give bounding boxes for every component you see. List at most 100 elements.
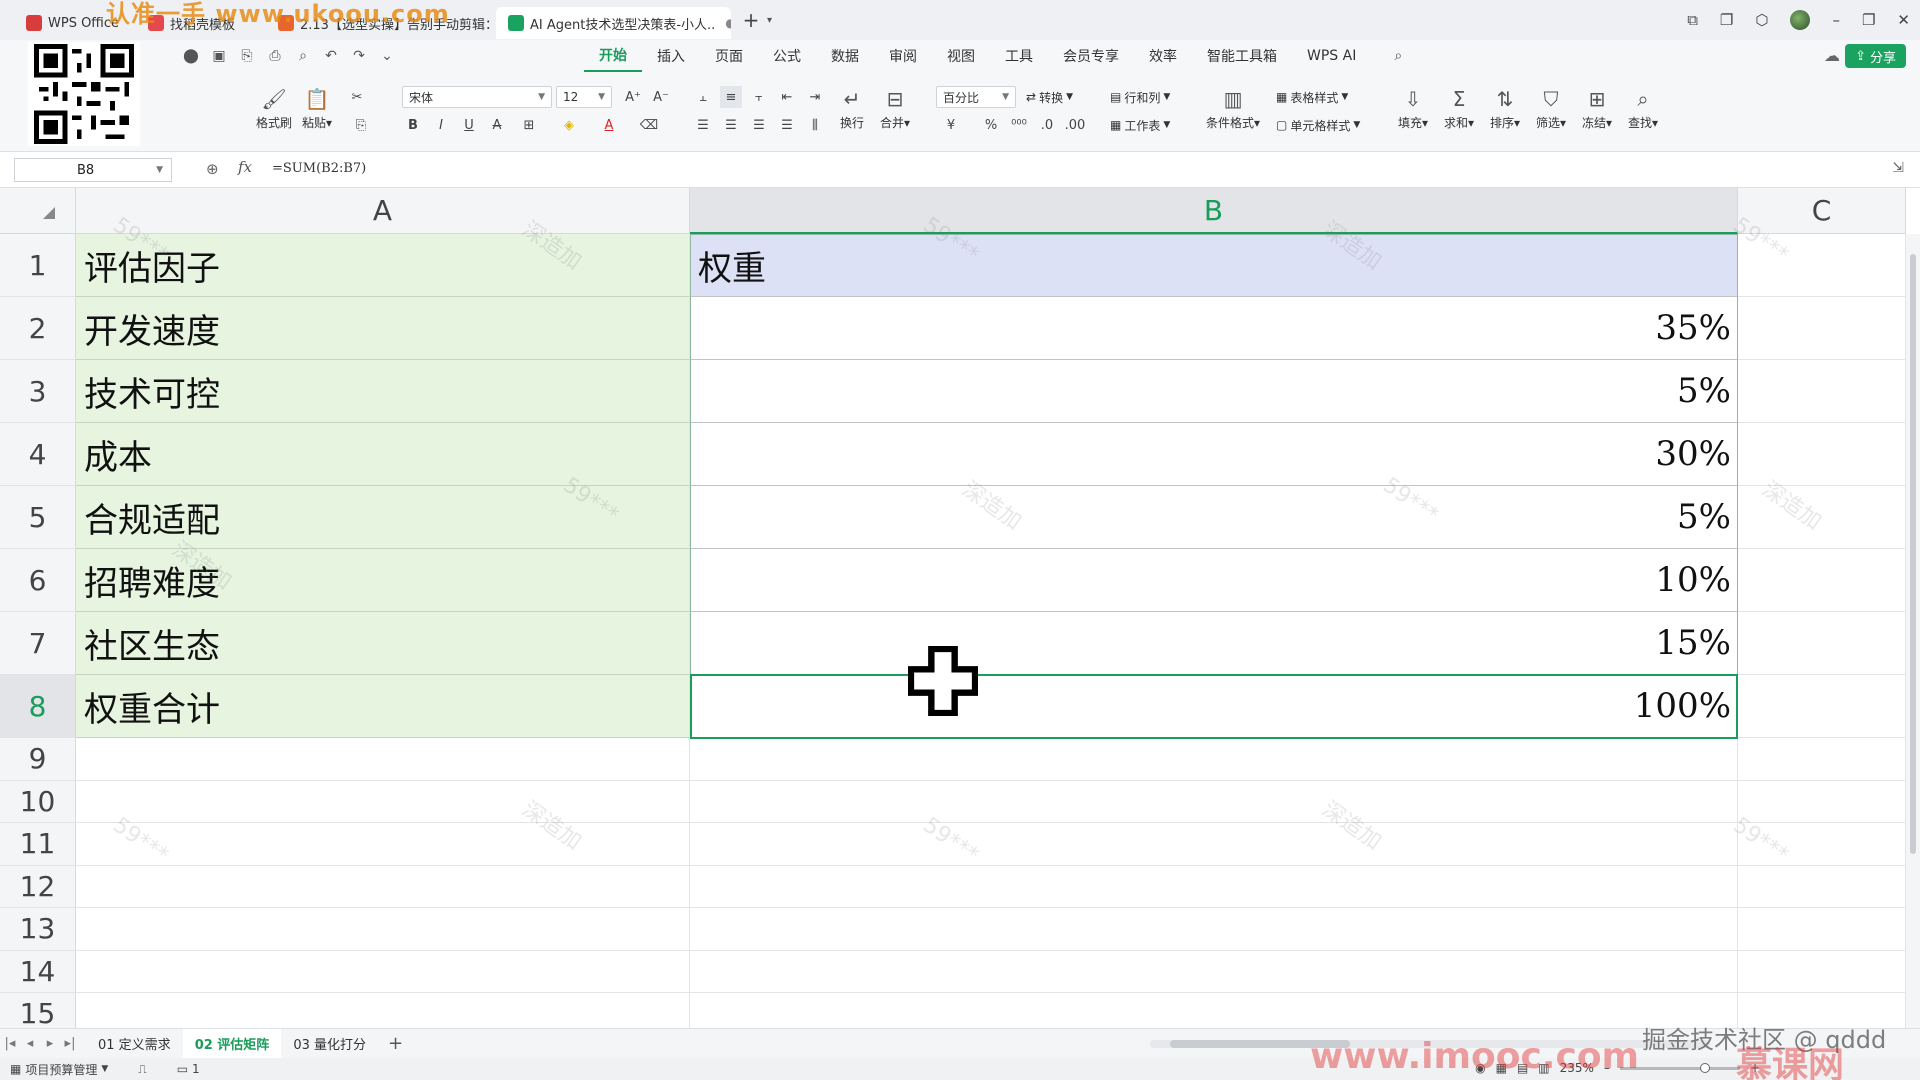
scrollbar-thumb[interactable] (1910, 254, 1916, 854)
cell-b7[interactable]: 15% (690, 612, 1738, 675)
indent-increase-icon[interactable]: ⇥ (804, 86, 826, 108)
cell-b4[interactable]: 30% (690, 423, 1738, 486)
row-header-9[interactable]: 9 (0, 738, 76, 781)
cell-b6[interactable]: 10% (690, 549, 1738, 612)
cell-a2[interactable]: 开发速度 (76, 297, 690, 360)
add-sheet-icon[interactable]: + (378, 1033, 413, 1054)
cell-style-button[interactable]: ▢ 单元格样式 ▼ (1276, 114, 1360, 136)
cell-c9[interactable] (1738, 738, 1906, 781)
row-header-4[interactable]: 4 (0, 423, 76, 486)
align-bottom-icon[interactable]: ⫟ (748, 86, 770, 108)
fx-icon[interactable]: fx (238, 158, 252, 176)
select-all-corner[interactable] (0, 188, 76, 234)
cell-b2[interactable]: 35% (690, 297, 1738, 360)
increase-decimal-icon[interactable]: .0 (1036, 114, 1058, 136)
tab-list-dropdown[interactable]: ▾ (767, 15, 772, 26)
print-preview-icon[interactable]: ⌕ (290, 44, 316, 68)
cell-b8[interactable]: 100% (690, 675, 1738, 738)
row-header-5[interactable]: 5 (0, 486, 76, 549)
fill-button[interactable]: ⇩ 填充▾ (1398, 86, 1428, 131)
expand-formula-icon[interactable]: ⇲ (1892, 160, 1904, 176)
row-header-3[interactable]: 3 (0, 360, 76, 423)
more-chevron-icon[interactable]: ⌄ (374, 44, 400, 68)
cell-c3[interactable] (1738, 360, 1906, 423)
cell-a15[interactable] (76, 993, 690, 1028)
sum-button[interactable]: Σ 求和▾ (1444, 86, 1474, 131)
cube-icon[interactable]: ⬡ (1755, 11, 1768, 29)
cell-c2[interactable] (1738, 297, 1906, 360)
menu-item-4[interactable]: 数据 (816, 40, 874, 72)
cell-b3[interactable]: 5% (690, 360, 1738, 423)
zoom-formula-icon[interactable]: ⊕ (206, 160, 219, 178)
currency-icon[interactable]: ¥ (940, 114, 962, 136)
cell-c11[interactable] (1738, 823, 1906, 866)
cell-b9[interactable] (690, 738, 1738, 781)
row-header-12[interactable]: 12 (0, 865, 76, 908)
spreadsheet-grid[interactable]: ABC 1 2 3 4 5 6 7 8 9 10 11 12 13 14 15 评估因子 权重 开发速度 35% 技… (0, 188, 1920, 1028)
merge-button[interactable]: ⊟ 合并▾ (880, 86, 910, 131)
row-header-6[interactable]: 6 (0, 549, 76, 612)
worksheet-button[interactable]: ▦ 工作表 ▼ (1110, 114, 1170, 136)
decrease-decimal-icon[interactable]: .00 (1064, 114, 1086, 136)
restore-icon[interactable]: ❐ (1862, 11, 1875, 29)
share-button[interactable]: ⇪ 分享 (1845, 44, 1906, 68)
menu-item-3[interactable]: 公式 (758, 40, 816, 72)
thousands-icon[interactable]: ⁰⁰⁰ (1008, 114, 1030, 136)
sheet-tab-3[interactable]: 03 量化打分 (281, 1029, 378, 1059)
cell-c1[interactable] (1738, 234, 1906, 297)
decrease-font-icon[interactable]: A⁻ (650, 86, 672, 108)
cell-a7[interactable]: 社区生态 (76, 612, 690, 675)
conditional-format-button[interactable]: ▥ 条件格式▾ (1206, 86, 1260, 131)
menu-item-0[interactable]: 开始 (584, 40, 642, 72)
cell-c7[interactable] (1738, 612, 1906, 675)
tab-close-icon[interactable]: ● (725, 16, 731, 30)
cell-a9[interactable] (76, 738, 690, 781)
cell-c8[interactable] (1738, 675, 1906, 738)
distribute-icon[interactable]: ⫼ (804, 114, 826, 136)
new-tab-button[interactable]: + (737, 6, 765, 34)
format-painter-button[interactable]: 🖌 格式刷 (256, 86, 292, 131)
cell-b1[interactable]: 权重 (690, 234, 1738, 297)
number-format-select[interactable]: 百分比 ▼ (936, 86, 1016, 108)
row-header-13[interactable]: 13 (0, 908, 76, 951)
cell-a5[interactable]: 合规适配 (76, 486, 690, 549)
copy-icon[interactable]: ⎘ (350, 114, 372, 136)
menu-item-6[interactable]: 视图 (932, 40, 990, 72)
cell-a12[interactable] (76, 865, 690, 908)
font-size-select[interactable]: 12 ▼ (556, 86, 612, 108)
paste-button[interactable]: 📋 粘贴▾ (302, 86, 332, 131)
cell-c13[interactable] (1738, 908, 1906, 951)
vertical-scrollbar[interactable] (1906, 234, 1920, 1028)
search-icon[interactable]: ⌕ (1385, 44, 1411, 68)
cell-a10[interactable] (76, 780, 690, 823)
row-header-8[interactable]: 8 (0, 675, 76, 738)
rows-cols-button[interactable]: ▤ 行和列 ▼ (1110, 86, 1170, 108)
cell-a6[interactable]: 招聘难度 (76, 549, 690, 612)
column-header-c[interactable]: C (1738, 188, 1906, 234)
cell-c10[interactable] (1738, 780, 1906, 823)
row-header-2[interactable]: 2 (0, 297, 76, 360)
name-box[interactable]: B8 ▼ (14, 158, 172, 182)
font-color-icon[interactable]: A (598, 114, 620, 136)
align-middle-icon[interactable]: ≡ (720, 86, 742, 108)
cell-c4[interactable] (1738, 423, 1906, 486)
indent-decrease-icon[interactable]: ⇤ (776, 86, 798, 108)
menu-item-7[interactable]: 工具 (990, 40, 1048, 72)
cell-a3[interactable]: 技术可控 (76, 360, 690, 423)
align-center-icon[interactable]: ☰ (720, 114, 742, 136)
row-header-15[interactable]: 15 (0, 993, 76, 1028)
cut-icon[interactable]: ✂ (346, 86, 368, 108)
align-left-icon[interactable]: ☰ (692, 114, 714, 136)
filter-button[interactable]: ⛉ 筛选▾ (1536, 86, 1566, 131)
increase-font-icon[interactable]: A⁺ (622, 86, 644, 108)
wrap-text-button[interactable]: ↵ 换行 (840, 86, 864, 131)
convert-button[interactable]: ⇄ 转换 ▼ (1026, 86, 1073, 108)
menu-item-9[interactable]: 效率 (1134, 40, 1192, 72)
sheet-tab-2[interactable]: 02 评估矩阵 (182, 1028, 282, 1059)
next-sheet-icon[interactable]: ▸ (40, 1036, 60, 1051)
formula-input[interactable]: =SUM(B2:B7) (272, 161, 366, 176)
workbook-label[interactable]: ▦ 项目预算管理 ▼ (10, 1061, 108, 1078)
window-mode-icon[interactable]: ❐ (1720, 11, 1733, 29)
menu-item-1[interactable]: 插入 (642, 40, 700, 72)
menu-item-11[interactable]: WPS AI (1292, 40, 1371, 72)
